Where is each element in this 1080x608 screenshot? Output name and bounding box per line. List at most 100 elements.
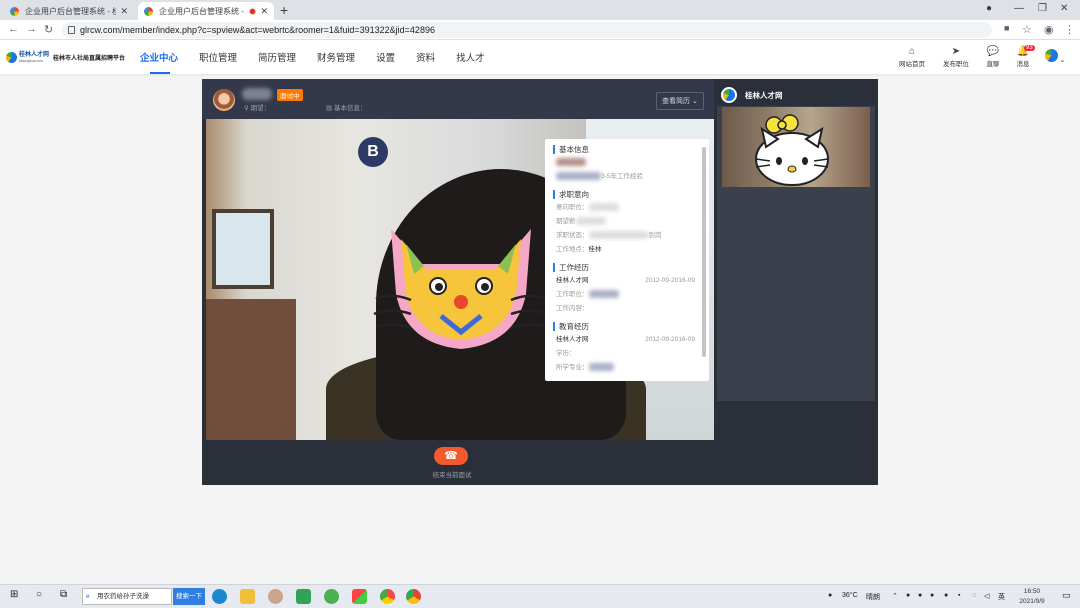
tray-expand-icon[interactable]: ⌃ [892,592,898,600]
resume-blurred [556,172,601,181]
menu-item-finance[interactable]: 财务管理 [317,50,355,64]
close-window-button[interactable]: ✕ [1060,3,1068,14]
chat-label: 直聊 [986,61,1000,68]
network-icon[interactable]: ◌ [972,592,976,599]
windows-taskbar: ⊞ ○ ⧉ e 用农药给孙子洗澡 搜索一下 ● 36°C 晴朗 ⌃ ● ● ● … [0,584,1080,608]
profile-circle-icon[interactable]: ● [986,3,992,14]
basic-info-text: 基本信息： [333,105,367,112]
menu-item-jobs[interactable]: 职位管理 [199,50,237,64]
resume-intent-salary: 期望薪 [556,215,709,229]
account-icon[interactable]: ◉ [1044,23,1054,36]
edu-dates: 2012-09-2016-09 [645,336,695,343]
resume-blurred [588,363,614,372]
minimize-button[interactable]: — [1014,3,1024,14]
user-menu[interactable]: ⌄ [1040,49,1070,64]
view-resume-button[interactable]: 查看简历 ⌄ [656,92,704,110]
mic-icon[interactable]: ● [906,592,910,599]
intent-pos-label: 意向职位： [556,204,589,211]
tray-app-icon[interactable]: ● [930,592,934,599]
resume-name-line [556,156,709,170]
app-puzzle-icon[interactable] [352,589,367,604]
task-view-icon[interactable]: ⧉ [60,589,67,600]
tray-app-icon[interactable]: ● [918,592,922,599]
close-icon[interactable]: ✕ [260,6,268,17]
self-view-header: 桂林人才网 [717,84,875,106]
menu-item-resumes[interactable]: 简历管理 [258,50,296,64]
taskbar-search-button[interactable]: 搜索一下 [173,588,205,605]
camera-icon[interactable]: ■ [1004,23,1009,33]
logo-platform: 桂林市人社局直属招聘平台 [53,56,126,62]
resume-exp-text: 3-5年工作经验 [601,173,643,180]
menu-item-settings[interactable]: 设置 [376,50,395,64]
video-window [212,209,274,289]
post-job-action[interactable]: ➤ 发布职位 [941,46,971,68]
edu-degree-label: 学历： [556,350,576,357]
edu-school: 桂林人才网 [556,336,589,343]
notification-icon[interactable]: ▭ [1062,590,1071,601]
cat-face-sticker [373,229,549,349]
resume-exp-line: 3-5年工作经验 [556,170,709,184]
menu-item-profile[interactable]: 资料 [416,50,435,64]
url-field[interactable]: glrcw.com/member/index.php?c=spview&act=… [62,22,992,38]
menu-item-find-talent[interactable]: 找人才 [456,50,485,64]
end-interview-button[interactable]: ☎ [434,447,468,465]
work-dates: 2012-09-2016-09 [645,277,695,284]
logo-sub: www.glrcw.com [19,59,43,63]
restore-button[interactable]: ❐ [1038,3,1047,14]
home-action-label: 网站首页 [899,61,925,68]
weather-temp: 36°C [842,592,858,599]
address-bar-row: ← → ↻ glrcw.com/member/index.php?c=spvie… [0,20,1080,40]
resume-photo-blurred [556,158,586,167]
volume-icon[interactable]: ◁ [984,592,989,600]
reload-icon[interactable]: ↻ [44,23,53,36]
app-avatar-icon[interactable] [268,589,283,604]
menu-item-enterprise[interactable]: 企业中心 [140,50,178,64]
favicon-icon [144,6,153,16]
user-avatar-icon [1044,49,1058,62]
taskbar-clock[interactable]: 16:50 2021/9/9 [1014,587,1050,607]
favicon-icon [10,6,19,16]
taskbar-search-input[interactable]: e 用农药给孙子洗澡 [82,588,172,605]
resume-blurred [588,231,649,240]
browser-tab-active[interactable]: 企业用户后台管理系统 - 桂林人才网 ✕ [138,2,274,20]
browser-tab[interactable]: 企业用户后台管理系统 - 桂林人才网 ✕ [4,2,134,20]
site-logo[interactable]: 桂林人才网 www.glrcw.com 桂林市人社局直属招聘平台 [6,52,125,63]
work-pos-label: 工作职位： [556,291,589,298]
star-icon[interactable]: ☆ [1022,23,1032,36]
resume-scrollbar[interactable] [702,147,706,357]
edge-app-icon[interactable] [212,589,227,604]
active-menu-underline [150,72,170,74]
tray-app-icon[interactable]: ● [944,592,948,599]
home-action[interactable]: ⌂ 网站首页 [897,46,927,68]
windows-start-icon[interactable]: ⊞ [10,589,18,600]
back-icon[interactable]: ← [8,23,19,35]
app-color-icon[interactable] [380,589,395,604]
resume-work-content: 工作内容： [556,302,709,316]
messages-action[interactable]: 🔔 93 消息 [1008,45,1038,68]
resume-section-intent: 求职意向 [553,190,709,199]
intent-loc-label: 工作地点： [556,246,589,253]
chrome-icon[interactable] [406,589,421,604]
browser-tab-bar: 企业用户后台管理系统 - 桂林人才网 ✕ 企业用户后台管理系统 - 桂林人才网 … [0,0,1080,20]
tray-app-icon[interactable]: ▪ [958,592,960,599]
more-icon[interactable]: ⋮ [1064,23,1075,36]
work-content-label: 工作内容： [556,305,589,312]
intent-status-label: 求职状态： [556,232,589,239]
expect-text: 期望： [250,105,271,112]
resume-work-company: 桂林人才网 2012-09-2016-09 [556,274,709,288]
resume-section-work: 工作经历 [553,263,709,272]
forward-icon[interactable]: → [26,23,37,35]
ime-indicator[interactable]: 英 [998,592,1005,602]
search-circle-icon[interactable]: ○ [36,589,42,600]
logo-brand: 桂林人才网 [19,52,50,58]
app-refresh-icon[interactable] [324,589,339,604]
person-icon: ⚲ [244,105,249,112]
tab-title: 企业用户后台管理系统 - 桂林人才网 [159,6,246,16]
resume-edu-school: 桂林人才网 2012-09-2016-09 [556,333,709,347]
app-green-icon[interactable] [296,589,311,604]
clock-time: 16:50 [1023,588,1041,595]
new-tab-button[interactable]: + [280,2,288,18]
file-explorer-icon[interactable] [240,589,255,604]
chat-action[interactable]: 💬 直聊 [978,46,1008,68]
close-icon[interactable]: ✕ [120,6,128,17]
